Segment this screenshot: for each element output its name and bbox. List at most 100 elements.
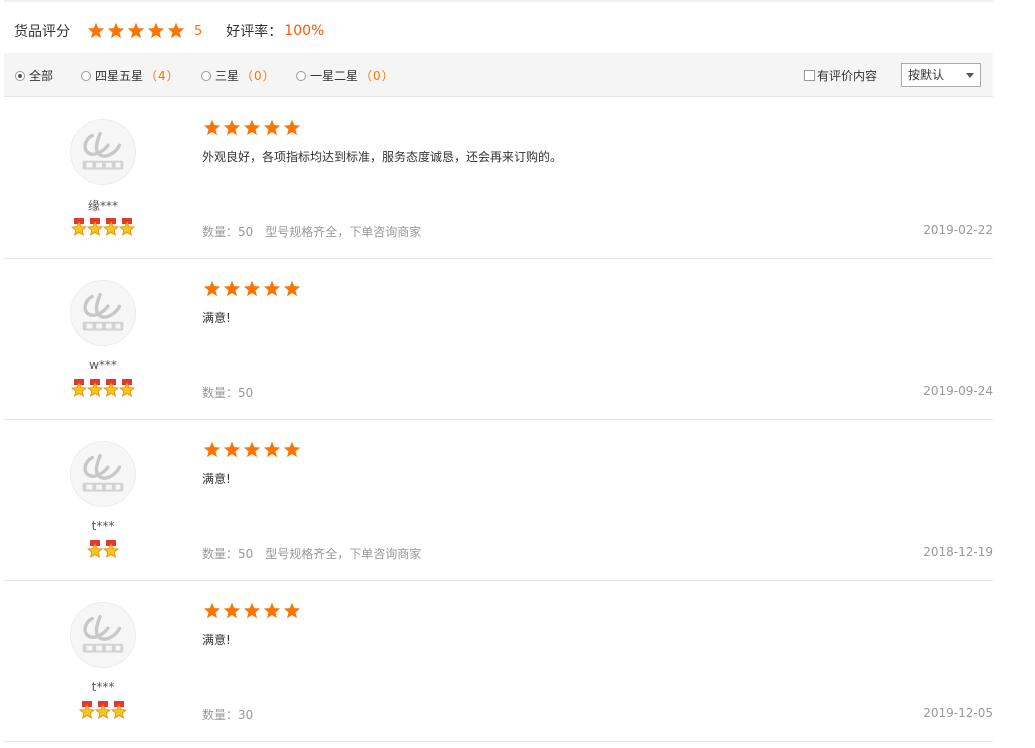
review-date: 2019-09-24 <box>923 384 993 398</box>
filter-four-five-count: （4） <box>145 69 180 83</box>
review-star-icon <box>243 441 261 458</box>
buyer-level-badge-icon <box>71 379 87 397</box>
positive-rate-label: 好评率： <box>226 24 283 40</box>
order-quantity: 数量：50 <box>202 547 254 561</box>
buyer-level-badge-icon <box>119 379 135 397</box>
filter-three-star[interactable]: 三星 （0） <box>201 67 276 84</box>
buyer-level-badge-icon <box>119 218 135 236</box>
buyer-level-badges <box>4 218 202 236</box>
summary-stars <box>86 21 186 41</box>
review-meta: 数量：30 <box>202 706 253 723</box>
filter-three-count: （0） <box>241 69 276 83</box>
sort-select[interactable]: 按默认 <box>901 63 981 87</box>
review-star-icon <box>283 602 301 619</box>
has-content-checkbox[interactable] <box>804 70 815 81</box>
filter-all-label: 全部 <box>29 69 54 83</box>
filter-four-five-label: 四星五星 <box>95 69 144 83</box>
buyer-level-badge-icon <box>103 218 119 236</box>
filter-one-two-star[interactable]: 一星二星 （0） <box>296 67 395 84</box>
review-item: t*** 满意! 数量：50 型号规格齐全，下单咨询商家 2018-12-19 <box>4 420 993 581</box>
rating-summary: 货品评分 5 好评率： 100% <box>14 20 324 42</box>
buyer-level-badges <box>4 701 202 719</box>
review-meta: 数量：50 型号规格齐全，下单咨询商家 <box>202 545 421 562</box>
summary-label: 货品评分 <box>14 24 70 40</box>
order-quantity: 数量：50 <box>202 225 254 239</box>
buyer-level-badge-icon <box>71 218 87 236</box>
chevron-down-icon <box>966 73 974 78</box>
alibaba-logo-icon <box>82 292 124 331</box>
avatar <box>70 280 136 346</box>
order-quantity: 数量：50 <box>202 386 254 400</box>
summary-star-icon <box>127 22 145 39</box>
review-star-icon <box>263 280 281 297</box>
review-star-icon <box>283 280 301 297</box>
review-star-icon <box>243 602 261 619</box>
review-star-icon <box>263 119 281 136</box>
alibaba-logo-icon <box>82 453 124 492</box>
review-rating-stars <box>202 118 302 138</box>
summary-star-icon <box>87 22 105 39</box>
buyer-level-badges <box>4 540 202 558</box>
buyer-level-badge-icon <box>87 218 103 236</box>
review-star-icon <box>283 441 301 458</box>
buyer-level-badges <box>4 379 202 397</box>
review-item: w*** 满意! 数量：50 2019-09-24 <box>4 259 993 420</box>
buyer-level-badge-icon <box>87 540 103 558</box>
review-star-icon <box>283 119 301 136</box>
review-meta: 数量：50 型号规格齐全，下单咨询商家 <box>202 223 421 240</box>
positive-rate-value: 100% <box>284 23 325 39</box>
alibaba-logo-icon <box>82 614 124 653</box>
avatar <box>70 602 136 668</box>
review-content: 满意! <box>202 311 231 325</box>
summary-score: 5 <box>194 23 203 39</box>
review-meta: 数量：50 <box>202 384 253 401</box>
review-star-icon <box>263 602 281 619</box>
buyer-level-badge-icon <box>111 701 127 719</box>
reviewer-name: w*** <box>89 358 117 372</box>
reviewer-name: t*** <box>91 680 115 694</box>
review-star-icon <box>203 602 221 619</box>
review-star-icon <box>263 441 281 458</box>
review-rating-stars <box>202 440 302 460</box>
reviewer-name: 缘*** <box>87 199 118 213</box>
filter-one-two-count: （0） <box>360 69 395 83</box>
avatar <box>70 441 136 507</box>
radio-four-five-star[interactable] <box>81 70 91 81</box>
has-content-filter[interactable]: 有评价内容 <box>804 67 877 84</box>
review-star-icon <box>223 119 241 136</box>
review-star-icon <box>203 280 221 297</box>
radio-one-two-star[interactable] <box>296 70 306 81</box>
alibaba-logo-icon <box>82 131 124 170</box>
has-content-label: 有评价内容 <box>817 69 878 83</box>
review-star-icon <box>203 119 221 136</box>
review-date: 2019-12-05 <box>923 706 993 720</box>
review-item: t*** 满意! 数量：30 2019-12-05 <box>4 581 993 742</box>
review-star-icon <box>243 280 261 297</box>
buyer-level-badge-icon <box>79 701 95 719</box>
review-star-icon <box>223 280 241 297</box>
buyer-level-badge-icon <box>103 540 119 558</box>
order-quantity: 数量：30 <box>202 708 254 722</box>
summary-star-icon <box>107 22 125 39</box>
summary-star-icon <box>147 22 165 39</box>
review-star-icon <box>243 119 261 136</box>
filter-all[interactable]: 全部 <box>15 67 53 84</box>
radio-three-star[interactable] <box>201 70 211 81</box>
review-rating-stars <box>202 279 302 299</box>
filter-four-five-star[interactable]: 四星五星 （4） <box>81 67 180 84</box>
review-rating-stars <box>202 601 302 621</box>
avatar <box>70 119 136 185</box>
review-item: 缘*** 外观良好，各项指标均达到标准，服务态度诚恳，还会再来订购的。 数量：50 型… <box>4 98 993 259</box>
summary-star-icon <box>167 22 185 39</box>
reviewer-name: t*** <box>91 519 115 533</box>
review-star-icon <box>203 441 221 458</box>
filter-one-two-label: 一星二星 <box>310 69 359 83</box>
filter-bar: 全部 四星五星 （4） 三星 （0） 一星二星 （0） 有评价内容 按默认 <box>4 53 993 97</box>
radio-all[interactable] <box>15 70 25 81</box>
filter-three-label: 三星 <box>215 69 240 83</box>
review-content: 外观良好，各项指标均达到标准，服务态度诚恳，还会再来订购的。 <box>202 150 563 164</box>
review-content: 满意! <box>202 472 231 486</box>
order-spec: 型号规格齐全，下单咨询商家 <box>265 547 422 561</box>
sort-value: 按默认 <box>908 68 945 82</box>
buyer-level-badge-icon <box>95 701 111 719</box>
